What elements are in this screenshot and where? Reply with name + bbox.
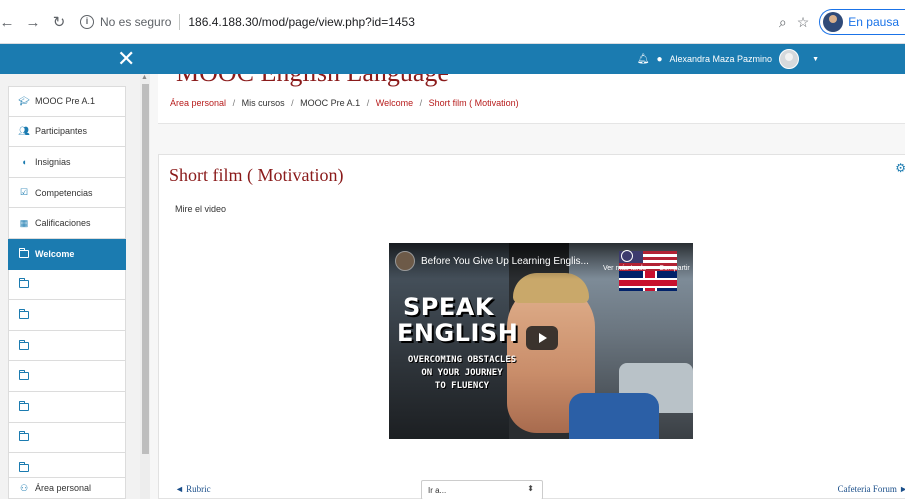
star-icon[interactable]: ☆ xyxy=(797,14,810,31)
sidebar-item-participants[interactable]: 👥︎ Participantes xyxy=(8,116,126,148)
nav-drawer: 🎓︎ MOOC Pre A.1 👥︎ Participantes ◖ Insig… xyxy=(0,74,140,499)
security-indicator: No es seguro xyxy=(100,15,172,29)
video-player[interactable]: Before You Give Up Learning Englis... Ve… xyxy=(389,243,693,439)
prev-activity-link[interactable]: ◄ Rubric xyxy=(175,484,211,494)
dashboard-icon: ⚇ xyxy=(19,482,29,493)
sidebar-item-label: MOOC Pre A.1 xyxy=(35,96,96,107)
reload-icon[interactable]: ↻ xyxy=(48,11,70,33)
users-icon: 👥︎ xyxy=(18,125,30,136)
sidebar-item-section[interactable] xyxy=(8,422,126,454)
sidebar-item-course[interactable]: 🎓︎ MOOC Pre A.1 xyxy=(8,86,126,117)
thumbnail-subtitle-1: OVERCOMING OBSTACLES xyxy=(407,355,517,365)
user-menu[interactable]: 🔔︎ ● Alexandra Maza Pazmino ▼ xyxy=(637,44,819,74)
watch-later-label[interactable]: Ver más tarde xyxy=(603,265,647,272)
folder-icon xyxy=(18,247,29,258)
main-region: MOOC English Language Área personal / Mi… xyxy=(150,74,905,499)
breadcrumb-item[interactable]: Short film ( Motivation) xyxy=(429,98,519,108)
course-title: MOOC English Language xyxy=(176,74,449,88)
folder-icon xyxy=(18,431,29,442)
breadcrumb-separator: / xyxy=(232,98,236,108)
page-root: ← → ↻ i No es seguro 186.4.188.30/mod/pa… xyxy=(0,0,905,499)
site-topbar: ✕ 🔔︎ ● Alexandra Maza Pazmino ▼ xyxy=(0,44,905,74)
omnibox-divider xyxy=(179,14,181,30)
profile-avatar xyxy=(823,12,844,32)
sidebar-scrollbar[interactable]: ▲ xyxy=(140,74,150,499)
sidebar-item-section[interactable] xyxy=(8,269,126,301)
sidebar-item-label: Competencias xyxy=(35,187,93,198)
page-header: MOOC English Language Área personal / Mi… xyxy=(158,74,905,124)
sidebar-item-label: Área personal xyxy=(35,483,92,493)
bell-icon[interactable]: 🔔︎ xyxy=(637,54,650,65)
sidebar-item-section[interactable] xyxy=(8,330,126,362)
scrollbar-thumb[interactable] xyxy=(142,84,149,454)
sidebar-item-dashboard[interactable]: ⚇ Área personal xyxy=(8,477,126,499)
sidebar-item-label: Insignias xyxy=(35,156,71,167)
thumbnail-subtitle-3: TO FLUENCY xyxy=(434,381,490,391)
breadcrumb-item[interactable]: Mis cursos xyxy=(242,98,285,108)
close-drawer-icon[interactable]: ✕ xyxy=(117,46,135,72)
breadcrumb: Área personal / Mis cursos / MOOC Pre A.… xyxy=(170,98,519,108)
jump-to-select[interactable]: Ir a... ⬍ xyxy=(421,480,543,499)
intro-text: Mire el video xyxy=(175,204,227,214)
clock-icon[interactable] xyxy=(621,250,633,262)
video-title[interactable]: Before You Give Up Learning Englis... xyxy=(421,256,589,267)
graduation-cap-icon: 🎓︎ xyxy=(18,95,30,106)
sidebar-item-label: Calificaciones xyxy=(35,218,91,229)
folder-icon xyxy=(18,461,29,472)
checkbox-icon: ☑ xyxy=(19,187,29,198)
thumbnail-headline-1: SPEAK xyxy=(403,293,494,321)
page-content: Short film ( Motivation) ⚙ Mire el video… xyxy=(158,154,905,499)
back-icon[interactable]: ← xyxy=(0,11,18,33)
profile-label: En pausa xyxy=(848,15,899,29)
sidebar-item-label: Welcome xyxy=(35,248,75,259)
breadcrumb-item[interactable]: Welcome xyxy=(376,98,413,108)
sidebar-item-grades[interactable]: ▦ Calificaciones xyxy=(8,208,126,239)
table-icon: ▦ xyxy=(19,217,29,228)
sidebar-item-section[interactable] xyxy=(8,361,126,392)
channel-avatar[interactable] xyxy=(395,251,415,271)
chat-icon[interactable]: ● xyxy=(656,54,662,65)
scroll-up-icon[interactable]: ▲ xyxy=(141,74,148,81)
share-label[interactable]: Compartir xyxy=(659,265,690,272)
next-activity-link[interactable]: Cafeteria Forum ► xyxy=(838,484,905,494)
chevron-down-icon[interactable]: ▼ xyxy=(812,56,819,63)
select-arrows-icon: ⬍ xyxy=(527,484,534,493)
shield-icon: ◖ xyxy=(21,156,27,167)
folder-icon xyxy=(18,370,29,381)
browser-toolbar: ← → ↻ i No es seguro 186.4.188.30/mod/pa… xyxy=(0,0,905,44)
user-avatar[interactable] xyxy=(779,49,800,69)
folder-icon xyxy=(18,400,29,411)
sidebar-item-label: Participantes xyxy=(35,126,88,137)
video-presenter-jacket xyxy=(569,393,659,439)
page-title: Short film ( Motivation) xyxy=(169,165,344,185)
thumbnail-subtitle-2: ON YOUR JOURNEY xyxy=(421,368,503,378)
sidebar-item-section[interactable] xyxy=(8,391,126,423)
jump-to-value: Ir a... xyxy=(428,485,447,495)
thumbnail-headline-2: ENGLISH xyxy=(397,319,519,347)
folder-icon xyxy=(18,339,29,350)
sidebar-item-section[interactable] xyxy=(8,300,126,331)
folder-icon xyxy=(18,278,29,289)
uk-flag xyxy=(619,271,677,291)
sidebar-item-badges[interactable]: ◖ Insignias xyxy=(8,147,126,178)
play-button[interactable] xyxy=(526,326,558,350)
breadcrumb-separator: / xyxy=(291,98,294,108)
breadcrumb-separator: / xyxy=(419,98,423,108)
sidebar-item-welcome[interactable]: Welcome xyxy=(8,238,126,270)
profile-button[interactable]: En pausa xyxy=(819,9,905,35)
url-text[interactable]: 186.4.188.30/mod/page/view.php?id=1453 xyxy=(188,15,415,29)
sidebar-item-competencies[interactable]: ☑ Competencias xyxy=(8,177,126,209)
breadcrumb-separator: / xyxy=(366,98,370,108)
breadcrumb-item[interactable]: Área personal xyxy=(170,98,226,108)
browser-actions: ⌕ ☆ En pausa xyxy=(779,8,905,36)
nav-list: 🎓︎ MOOC Pre A.1 👥︎ Participantes ◖ Insig… xyxy=(8,86,126,484)
address-bar[interactable]: i No es seguro 186.4.188.30/mod/page/vie… xyxy=(80,9,850,35)
breadcrumb-item[interactable]: MOOC Pre A.1 xyxy=(300,98,360,108)
info-icon[interactable]: i xyxy=(80,15,94,29)
folder-icon xyxy=(18,308,29,319)
gear-icon[interactable]: ⚙ xyxy=(895,161,905,175)
user-name[interactable]: Alexandra Maza Pazmino xyxy=(670,54,773,64)
zoom-icon[interactable]: ⌕ xyxy=(779,14,787,31)
forward-icon[interactable]: → xyxy=(22,11,44,33)
